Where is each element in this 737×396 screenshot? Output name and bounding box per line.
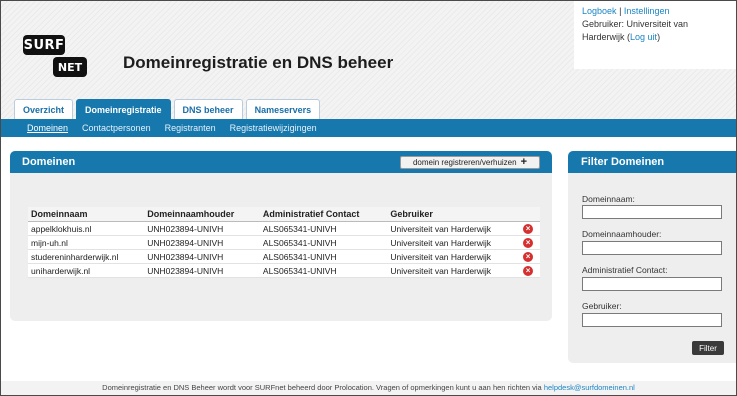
admin-contact: ALS065341-UNIVH bbox=[259, 249, 388, 264]
subnav-registranten[interactable]: Registranten bbox=[165, 123, 216, 133]
app-title: Domeinregistratie en DNS beheer bbox=[123, 53, 394, 72]
filter-gebruiker-input[interactable] bbox=[582, 313, 722, 327]
admin-contact: ALS065341-UNIVH bbox=[259, 263, 388, 278]
filter-domeinnaam-input[interactable] bbox=[582, 205, 722, 219]
col-administratief-contact[interactable]: Administratief Contact bbox=[259, 207, 388, 222]
logo-net: NET bbox=[53, 57, 87, 77]
filter-panel-header: Filter Domeinen bbox=[568, 151, 736, 173]
domain-user: Universiteit van Harderwijk bbox=[387, 235, 521, 250]
table-row: appelklokhuis.nl UNH023894-UNIVH ALS0653… bbox=[28, 221, 540, 236]
domain-user: Universiteit van Harderwijk bbox=[387, 249, 521, 264]
delete-icon[interactable]: × bbox=[523, 238, 534, 248]
delete-icon[interactable]: × bbox=[523, 224, 534, 234]
user-box: Logboek | Instellingen Gebruiker: Univer… bbox=[574, 1, 736, 69]
tab-dns-beheer[interactable]: DNS beheer bbox=[173, 99, 243, 119]
table-header-row: Domeinnaam Domeinnaamhouder Administrati… bbox=[28, 207, 540, 222]
link-separator: | bbox=[619, 6, 622, 16]
domain-name[interactable]: mijn-uh.nl bbox=[28, 235, 145, 250]
filter-label-domeinnaamhouder: Domeinnaamhouder: bbox=[582, 229, 662, 239]
col-gebruiker[interactable]: Gebruiker bbox=[387, 207, 521, 222]
admin-contact: ALS065341-UNIVH bbox=[259, 221, 388, 236]
filter-button[interactable]: Filter bbox=[692, 341, 724, 355]
domain-holder: UNH023894-UNIVH bbox=[144, 249, 260, 264]
tab-domeinregistratie[interactable]: Domeinregistratie bbox=[76, 99, 171, 119]
filter-label-admin-contact: Administratief Contact: bbox=[582, 265, 668, 275]
col-domeinnaamhouder[interactable]: Domeinnaamhouder bbox=[144, 207, 260, 222]
domain-holder: UNH023894-UNIVH bbox=[144, 235, 260, 250]
user-label-cont: Harderwijk bbox=[582, 32, 625, 42]
main-tabs: Overzicht Domeinregistratie DNS beheer N… bbox=[14, 99, 321, 119]
table-row: studereninharderwijk.nl UNH023894-UNIVH … bbox=[28, 249, 540, 264]
filter-admin-contact-input[interactable] bbox=[582, 277, 722, 291]
filter-label-gebruiker: Gebruiker: bbox=[582, 301, 622, 311]
logbook-link[interactable]: Logboek bbox=[582, 6, 617, 16]
subnav-registratiewijzigingen[interactable]: Registratiewijzigingen bbox=[230, 123, 317, 133]
domain-user: Universiteit van Harderwijk bbox=[387, 263, 521, 278]
domain-name[interactable]: studereninharderwijk.nl bbox=[28, 249, 145, 264]
domain-user: Universiteit van Harderwijk bbox=[387, 221, 521, 236]
domains-table: Domeinnaam Domeinnaamhouder Administrati… bbox=[28, 207, 540, 278]
domain-holder: UNH023894-UNIVH bbox=[144, 221, 260, 236]
domains-panel-title: Domeinen bbox=[22, 156, 76, 168]
table-row: uniharderwijk.nl UNH023894-UNIVH ALS0653… bbox=[28, 263, 540, 278]
logo-surf: SURF bbox=[23, 35, 65, 55]
filter-panel-title: Filter Domeinen bbox=[581, 156, 665, 168]
filter-panel: Filter Domeinen Domeinnaam: Domeinnaamho… bbox=[568, 151, 736, 363]
filter-label-domeinnaam: Domeinnaam: bbox=[582, 194, 635, 204]
col-domeinnaam[interactable]: Domeinnaam bbox=[28, 207, 145, 222]
subnav-contactpersonen[interactable]: Contactpersonen bbox=[82, 123, 151, 133]
subnav-domeinen[interactable]: Domeinen bbox=[27, 123, 68, 133]
admin-contact: ALS065341-UNIVH bbox=[259, 235, 388, 250]
table-row: mijn-uh.nl UNH023894-UNIVH ALS065341-UNI… bbox=[28, 235, 540, 250]
logout-link[interactable]: Log uit bbox=[630, 32, 657, 42]
footer-text: Domeinregistratie en DNS Beheer wordt vo… bbox=[102, 383, 542, 392]
filter-domeinnaamhouder-input[interactable] bbox=[582, 241, 722, 255]
surfnet-logo[interactable]: SURF NET bbox=[23, 35, 87, 77]
register-domain-label: domein registreren/verhuizen bbox=[412, 158, 517, 167]
delete-icon[interactable]: × bbox=[523, 266, 534, 276]
domain-name[interactable]: uniharderwijk.nl bbox=[28, 263, 145, 278]
domain-holder: UNH023894-UNIVH bbox=[144, 263, 260, 278]
tab-overzicht[interactable]: Overzicht bbox=[14, 99, 74, 119]
user-label: Gebruiker: Universiteit van bbox=[582, 19, 689, 29]
domains-panel-header: Domeinen domein registreren/verhuizen + bbox=[10, 151, 552, 173]
col-actions bbox=[520, 207, 540, 222]
domain-name[interactable]: appelklokhuis.nl bbox=[28, 221, 145, 236]
tab-nameservers[interactable]: Nameservers bbox=[245, 99, 321, 119]
settings-link[interactable]: Instellingen bbox=[624, 6, 670, 16]
sub-navigation: Domeinen Contactpersonen Registranten Re… bbox=[1, 119, 736, 137]
footer: Domeinregistratie en DNS Beheer wordt vo… bbox=[1, 381, 736, 395]
helpdesk-email-link[interactable]: helpdesk@surfdomeinen.nl bbox=[544, 383, 635, 392]
register-domain-button[interactable]: domein registreren/verhuizen + bbox=[400, 156, 540, 169]
domains-panel: Domeinen domein registreren/verhuizen + … bbox=[10, 151, 552, 321]
plus-icon: + bbox=[520, 156, 528, 168]
delete-icon[interactable]: × bbox=[523, 252, 534, 262]
